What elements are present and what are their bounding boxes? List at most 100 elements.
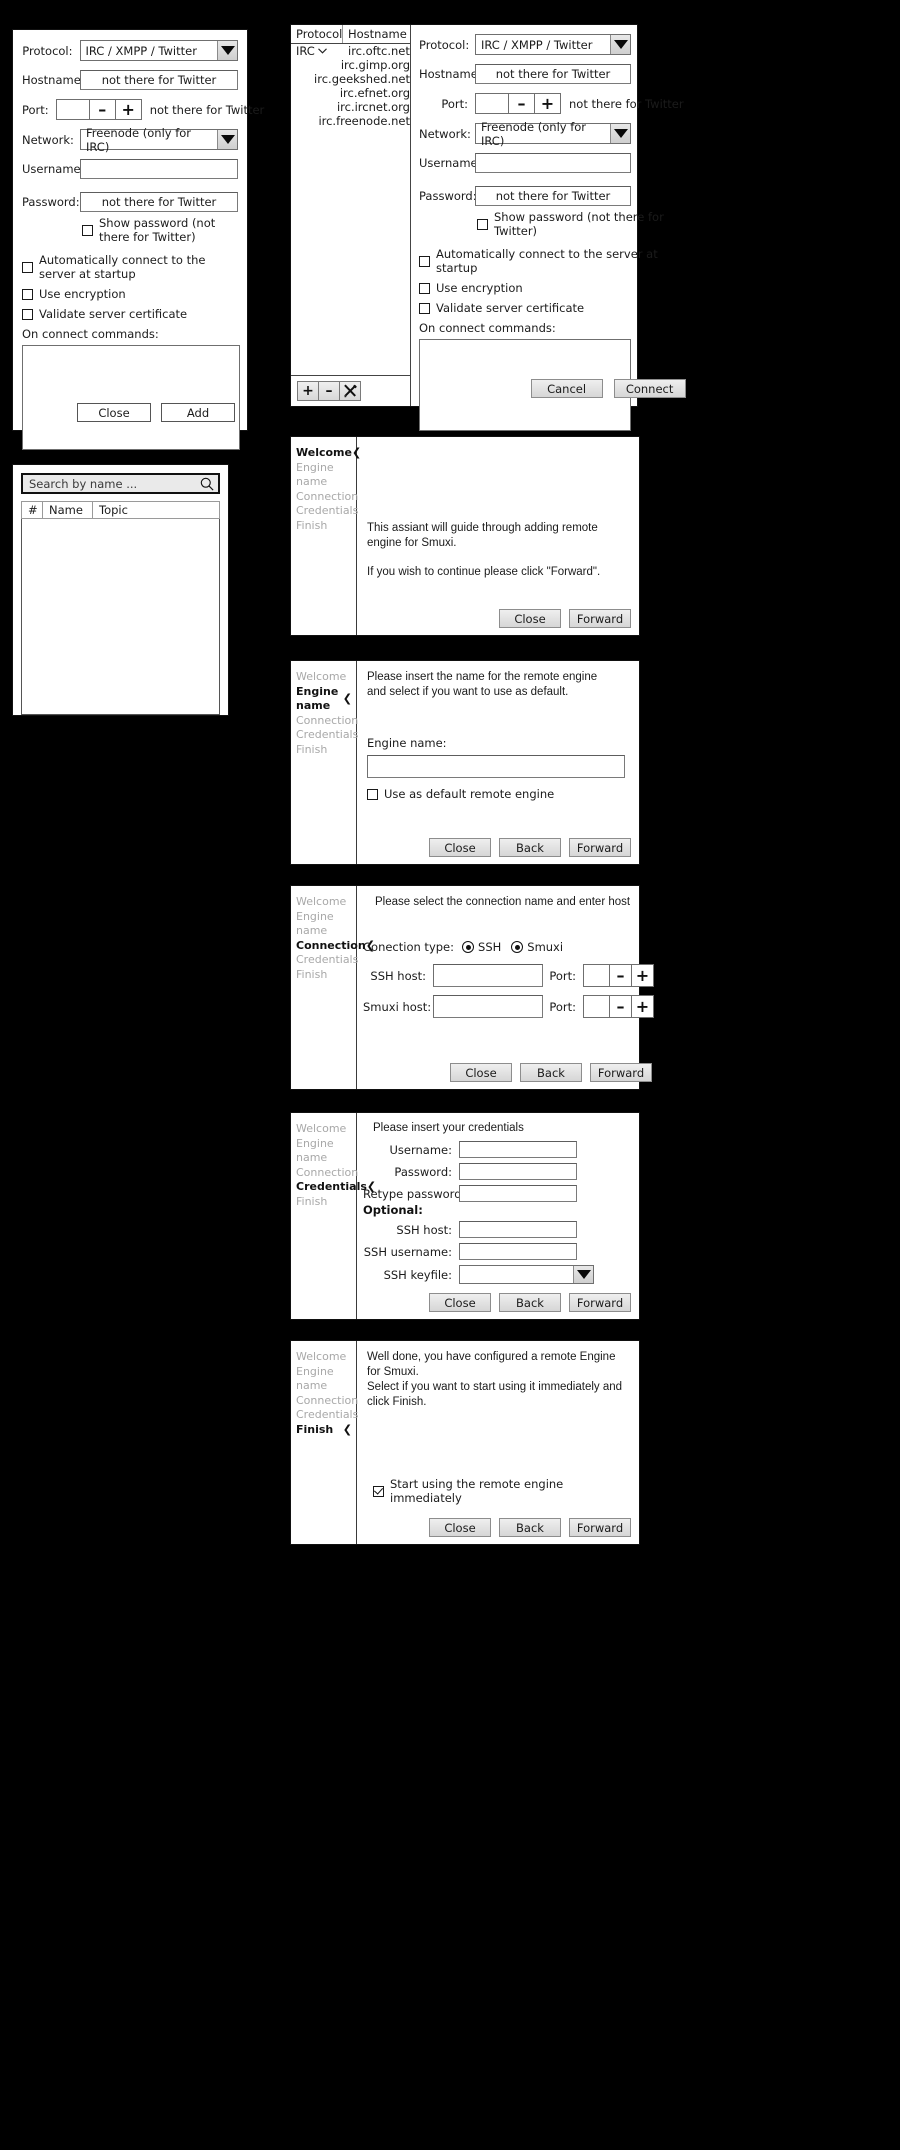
show-password-checkbox[interactable]: Show password (not there for Twitter) (477, 210, 684, 238)
remove-server-button[interactable]: – (318, 381, 340, 401)
forward-button[interactable]: Forward (590, 1063, 652, 1082)
close-button[interactable]: Close (429, 838, 491, 857)
password-input[interactable]: not there for Twitter (475, 186, 631, 206)
network-select[interactable]: Freenode (only for IRC) (475, 120, 631, 148)
close-button[interactable]: Close (499, 609, 561, 628)
chevron-down-icon[interactable] (610, 35, 630, 54)
engine-name-input[interactable] (367, 755, 625, 778)
encryption-checkbox[interactable]: Use encryption (22, 287, 238, 301)
show-password-checkbox[interactable]: Show password (not there for Twitter) (82, 216, 238, 244)
wizard-step-finish[interactable]: Finish (296, 968, 356, 983)
chevron-down-icon[interactable] (217, 130, 237, 149)
port-stepper[interactable]: – + (55, 99, 142, 120)
ssh-port-input[interactable] (583, 964, 610, 987)
close-button[interactable]: Close (429, 1293, 491, 1312)
credentials-password-input[interactable] (459, 1163, 577, 1180)
username-input[interactable] (475, 153, 631, 173)
credentials-ssh-keyfile-select[interactable] (459, 1265, 594, 1284)
hostname-input[interactable]: not there for Twitter (475, 64, 631, 84)
wizard-step-connection[interactable]: Connection (296, 714, 358, 729)
back-button[interactable]: Back (520, 1063, 582, 1082)
wizard-step-finish[interactable]: Finish ❮ (296, 1423, 356, 1438)
protocol-select[interactable]: IRC / XMPP / Twitter (475, 34, 631, 55)
port-input[interactable] (55, 99, 90, 120)
checkbox-icon[interactable] (419, 255, 430, 267)
server-protocol-cell[interactable]: IRC (291, 44, 343, 58)
autoconnect-checkbox[interactable]: Automatically connect to the server at s… (22, 253, 238, 281)
credentials-retype-input[interactable] (459, 1185, 577, 1202)
port-input[interactable] (475, 93, 509, 114)
server-row[interactable]: irc.geekshed.net (291, 72, 410, 86)
wizard-step-welcome[interactable]: Welcome (296, 670, 356, 685)
username-input[interactable] (80, 159, 238, 179)
checkbox-icon[interactable] (419, 282, 430, 294)
chevron-down-icon[interactable] (217, 41, 237, 60)
server-host-cell[interactable]: irc.oftc.net (343, 44, 410, 58)
ssh-port-increment-button[interactable]: + (632, 964, 654, 987)
server-host-cell[interactable]: irc.geekshed.net (309, 72, 410, 86)
network-select[interactable]: Freenode (only for IRC) (80, 126, 238, 154)
wizard-step-engine-name[interactable]: Engine name (296, 1365, 356, 1394)
autoconnect-checkbox[interactable]: Automatically connect to the server at s… (419, 247, 684, 275)
validate-certificate-checkbox[interactable]: Validate server certificate (22, 307, 238, 321)
server-host-cell[interactable]: irc.ircnet.org (332, 100, 410, 114)
checkbox-icon[interactable] (367, 788, 378, 800)
wizard-step-welcome[interactable]: Welcome (296, 1122, 356, 1137)
search-icon[interactable] (200, 477, 214, 491)
wizard-step-welcome[interactable]: Welcome ❮ (296, 446, 361, 461)
forward-button[interactable]: Forward (569, 838, 631, 857)
checkbox-icon[interactable] (22, 261, 33, 273)
wizard-step-finish[interactable]: Finish (296, 1195, 356, 1210)
wizard-step-engine-name[interactable]: Engine name ❮ (296, 685, 356, 714)
wizard-step-credentials[interactable]: Credentials (296, 504, 358, 519)
channel-search-input[interactable]: Search by name ... (21, 473, 220, 494)
back-button[interactable]: Back (499, 1293, 561, 1312)
checkbox-icon[interactable] (82, 224, 93, 236)
chevron-down-icon[interactable] (610, 124, 630, 143)
credentials-username-input[interactable] (459, 1141, 577, 1158)
wizard-step-connection[interactable]: Connection (296, 1394, 358, 1409)
port-increment-button[interactable]: + (115, 99, 142, 120)
wizard-step-engine-name[interactable]: Engine name (296, 461, 356, 490)
close-button[interactable]: Close (450, 1063, 512, 1082)
server-host-cell[interactable]: irc.freenode.net (313, 114, 410, 128)
on-connect-commands-textarea[interactable] (22, 345, 240, 450)
port-increment-button[interactable]: + (535, 93, 561, 114)
forward-button[interactable]: Forward (569, 609, 631, 628)
encryption-checkbox[interactable]: Use encryption (419, 281, 684, 295)
credentials-ssh-host-input[interactable] (459, 1221, 577, 1238)
use-default-engine-checkbox[interactable]: Use as default remote engine (367, 787, 629, 801)
server-row[interactable]: irc.ircnet.org (291, 100, 410, 114)
protocol-select[interactable]: IRC / XMPP / Twitter (79, 40, 238, 61)
checkbox-icon[interactable] (419, 302, 430, 314)
cancel-button[interactable]: Cancel (530, 379, 603, 398)
channel-table-body[interactable] (21, 519, 220, 715)
credentials-ssh-username-input[interactable] (459, 1243, 577, 1260)
port-stepper[interactable]: – + (475, 93, 561, 114)
connect-button[interactable]: Connect (613, 379, 686, 398)
wizard-step-connection[interactable]: Connection ❮ (296, 939, 375, 954)
smuxi-port-decrement-button[interactable]: – (610, 995, 632, 1018)
wizard-step-engine-name[interactable]: Engine name (296, 1137, 356, 1166)
checkbox-icon[interactable] (373, 1485, 384, 1497)
close-button[interactable]: Close (429, 1518, 491, 1537)
radio-ssh[interactable]: SSH (462, 940, 501, 954)
forward-button[interactable]: Forward (569, 1518, 631, 1537)
ssh-port-stepper[interactable]: – + (583, 964, 654, 987)
server-host-cell[interactable]: irc.efnet.org (335, 86, 410, 100)
wizard-step-engine-name[interactable]: Engine name (296, 910, 356, 939)
password-input[interactable]: not there for Twitter (80, 192, 238, 212)
hostname-input[interactable]: not there for Twitter (80, 70, 238, 90)
back-button[interactable]: Back (499, 838, 561, 857)
smuxi-host-input[interactable] (433, 995, 543, 1018)
wizard-step-credentials[interactable]: Credentials ❮ (296, 1180, 376, 1195)
wizard-step-welcome[interactable]: Welcome (296, 895, 356, 910)
wizard-step-credentials[interactable]: Credentials (296, 953, 358, 968)
wizard-step-finish[interactable]: Finish (296, 743, 356, 758)
smuxi-port-increment-button[interactable]: + (632, 995, 654, 1018)
smuxi-port-stepper[interactable]: – + (583, 995, 654, 1018)
chevron-down-icon[interactable] (573, 1266, 593, 1283)
chevron-down-icon[interactable] (317, 48, 327, 54)
validate-certificate-checkbox[interactable]: Validate server certificate (419, 301, 684, 315)
forward-button[interactable]: Forward (569, 1293, 631, 1312)
